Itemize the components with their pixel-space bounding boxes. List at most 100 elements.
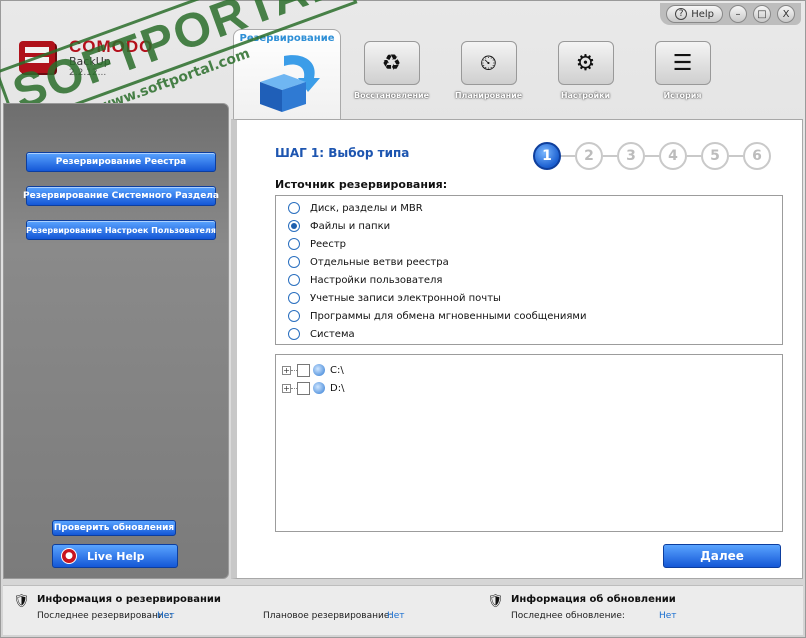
step-connector: [729, 155, 743, 157]
drive-label: D:\: [330, 382, 345, 394]
radio-button[interactable]: [288, 220, 300, 232]
comodo-logo-icon: [15, 37, 61, 77]
tab-settings[interactable]: ⚙ Настройки: [537, 41, 634, 109]
drive-icon: [313, 364, 325, 376]
source-option-label: Настройки пользователя: [310, 274, 443, 286]
schedule-icon: ⏲: [460, 41, 517, 85]
last-backup-value: Нет: [157, 611, 175, 621]
help-label: Help: [691, 8, 714, 20]
radio-button[interactable]: [288, 292, 300, 304]
step-title: ШАГ 1: Выбор типа: [275, 146, 410, 160]
source-option[interactable]: Файлы и папки: [276, 217, 782, 235]
step-1: 1: [533, 142, 561, 170]
source-option-label: Файлы и папки: [310, 220, 391, 232]
close-button[interactable]: X: [777, 5, 795, 23]
help-button[interactable]: ? Help: [666, 5, 723, 23]
source-option-label: Реестр: [310, 238, 347, 250]
main-tabs: ♻ Восстановление ⏲ Планирование ⚙ Настройк…: [343, 41, 731, 109]
tab-restore[interactable]: ♻ Восстановление: [343, 41, 440, 109]
next-button[interactable]: Далее: [663, 544, 781, 568]
last-backup-label: Последнее резервирование:: [37, 611, 173, 621]
tab-backup[interactable]: Резервирование: [233, 29, 341, 121]
app-window: ? Help – □ X COMODO BackUp 2.2.12... Рез…: [0, 0, 806, 638]
maximize-button[interactable]: □: [753, 5, 771, 23]
backup-user-settings-button[interactable]: Резервирование Настроек Пользователя: [26, 220, 216, 240]
radio-button[interactable]: [288, 310, 300, 322]
source-label: Источник резервирования:: [275, 178, 448, 191]
source-option-label: Программы для обмена мгновенными сообщен…: [310, 310, 587, 322]
version-text: 2.2.12...: [69, 68, 107, 78]
backup-registry-button[interactable]: Резервирование Реестра: [26, 152, 216, 172]
radio-button[interactable]: [288, 274, 300, 286]
last-update-label: Последнее обновление:: [511, 611, 625, 621]
drive-label: C:\: [330, 364, 344, 376]
update-info-icon: 🛡: [487, 594, 504, 609]
step-2: 2: [575, 142, 603, 170]
status-bar: 🛡 Информация о резервировании Последнее …: [3, 585, 803, 635]
minimize-icon: –: [735, 8, 741, 20]
history-icon: ☰: [654, 41, 711, 85]
source-option[interactable]: Учетные записи электронной почты: [276, 289, 782, 307]
window-controls: ? Help – □ X: [660, 3, 801, 25]
brand-name: COMODO: [69, 37, 154, 56]
radio-button[interactable]: [288, 238, 300, 250]
source-option[interactable]: Диск, разделы и MBR: [276, 199, 782, 217]
tab-label: История: [663, 91, 702, 100]
tree-item[interactable]: + D:\: [276, 379, 782, 397]
step-connector: [561, 155, 575, 157]
radio-button[interactable]: [288, 328, 300, 340]
close-icon: X: [782, 8, 790, 20]
drive-checkbox[interactable]: [297, 381, 310, 395]
main-panel: ШАГ 1: Выбор типа 123456 Источник резерв…: [231, 119, 803, 579]
tab-label: Планирование: [454, 91, 523, 100]
step-connector: [687, 155, 701, 157]
source-option[interactable]: Программы для обмена мгновенными сообщен…: [276, 307, 782, 325]
tab-backup-label: Резервирование: [239, 33, 335, 44]
step-5: 5: [701, 142, 729, 170]
step-4: 4: [659, 142, 687, 170]
drive-icon: [313, 382, 325, 394]
radio-button[interactable]: [288, 256, 300, 268]
scheduled-backup-label: Плановое резервирование:: [263, 611, 393, 621]
tab-label: Настройки: [560, 91, 611, 100]
source-option-label: Учетные записи электронной почты: [310, 292, 501, 304]
step-6: 6: [743, 142, 771, 170]
drive-tree: + C:\ + D:\: [275, 354, 783, 532]
last-update-value: Нет: [659, 611, 677, 621]
backup-box-icon: [260, 55, 320, 112]
source-option-label: Диск, разделы и MBR: [310, 202, 423, 214]
live-help-button[interactable]: ● Live Help: [52, 544, 178, 568]
sidebar: Резервирование Реестра Резервирование Си…: [3, 103, 229, 579]
step-indicator: 123456: [533, 142, 771, 170]
scheduled-backup-value: Нет: [387, 611, 405, 621]
restore-icon: ♻: [363, 41, 420, 85]
minimize-button[interactable]: –: [729, 5, 747, 23]
source-option[interactable]: Настройки пользователя: [276, 271, 782, 289]
expand-icon[interactable]: +: [282, 365, 291, 375]
live-help-icon: ●: [61, 548, 77, 564]
tab-schedule[interactable]: ⏲ Планирование: [440, 41, 537, 109]
tab-label: Восстановление: [353, 91, 430, 100]
check-updates-button[interactable]: Проверить обновления: [52, 520, 176, 536]
source-options: Диск, разделы и MBR Файлы и папки Реестр…: [275, 195, 783, 345]
help-icon: ?: [675, 8, 688, 20]
app-logo: COMODO BackUp 2.2.12...: [15, 37, 153, 78]
step-3: 3: [617, 142, 645, 170]
tab-history[interactable]: ☰ История: [634, 41, 731, 109]
source-option-label: Отдельные ветви реестра: [310, 256, 449, 268]
drive-checkbox[interactable]: [297, 363, 310, 377]
source-option[interactable]: Отдельные ветви реестра: [276, 253, 782, 271]
live-help-label: Live Help: [87, 549, 145, 563]
backup-system-partition-button[interactable]: Резервирование Системного Раздела: [23, 186, 219, 206]
step-connector: [645, 155, 659, 157]
backup-info-icon: 🛡: [13, 594, 30, 609]
step-connector: [603, 155, 617, 157]
source-option[interactable]: Система: [276, 325, 782, 343]
settings-icon: ⚙: [557, 41, 614, 85]
backup-info-title: Информация о резервировании: [37, 594, 221, 605]
source-option[interactable]: Реестр: [276, 235, 782, 253]
expand-icon[interactable]: +: [282, 383, 291, 393]
update-info-title: Информация об обновлении: [511, 594, 676, 605]
radio-button[interactable]: [288, 202, 300, 214]
tree-item[interactable]: + C:\: [276, 361, 782, 379]
